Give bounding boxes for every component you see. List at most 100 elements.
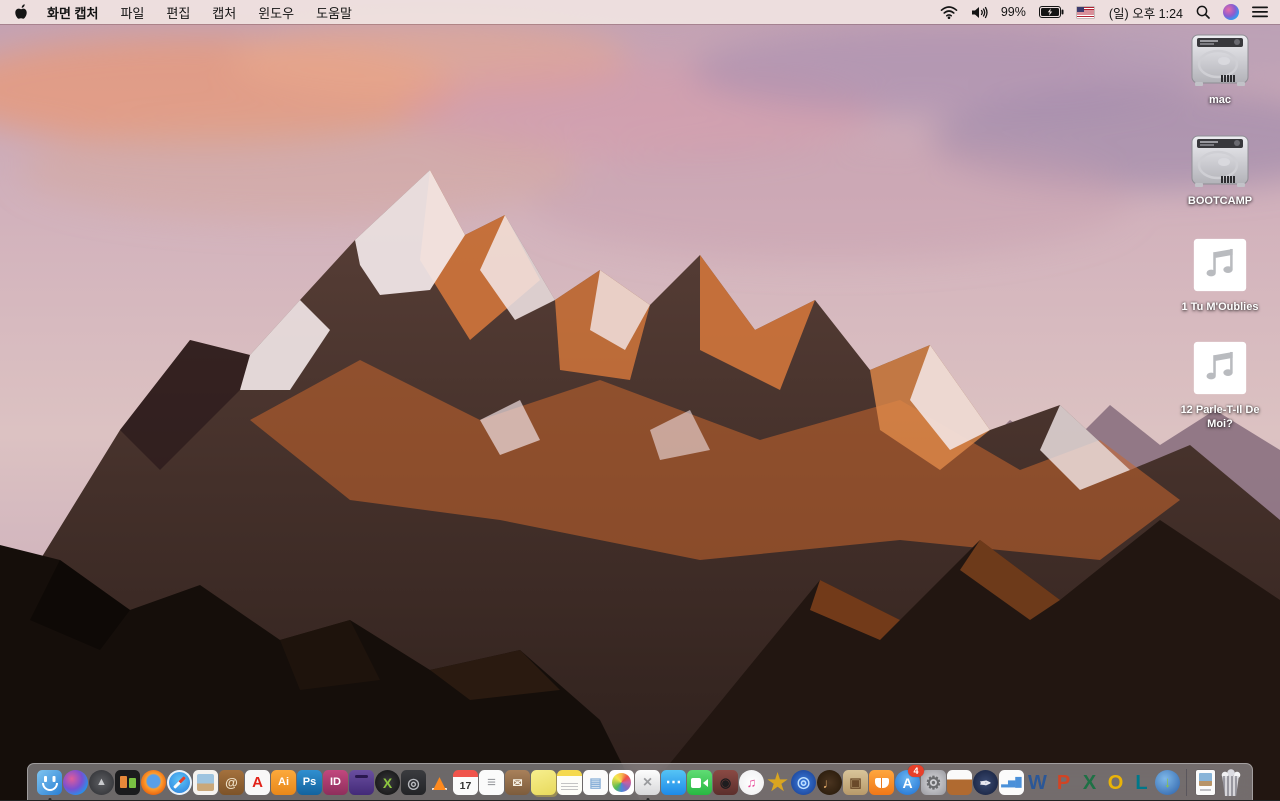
green-x-icon: X — [375, 770, 400, 795]
dock-app-toast[interactable] — [349, 768, 374, 797]
desktop-icon-12-parle-t-il-de-moi[interactable]: 12 Parle-T-Il De Moi? — [1172, 336, 1268, 432]
dock-app-vlc[interactable]: ▲ — [427, 768, 452, 797]
dock-app-lync[interactable]: L — [1129, 768, 1154, 797]
menu-item-3[interactable]: 캡처 — [212, 3, 236, 22]
app-store-glyph: A — [902, 774, 913, 791]
dock-app-messages[interactable]: ⋯ — [661, 768, 686, 797]
photoshop-glyph: Ps — [302, 776, 317, 788]
dock-app-web-downloader[interactable]: ↓ — [1155, 768, 1180, 797]
web-downloader-glyph: ↓ — [1163, 774, 1172, 791]
dock-app-illustrator[interactable]: Ai — [271, 768, 296, 797]
battery-charging-icon[interactable] — [1038, 6, 1064, 18]
dock-app-excel[interactable]: X — [1077, 768, 1102, 797]
dock-app-system-preferences[interactable]: ⚙ — [921, 768, 946, 797]
dock-apps: ▲ @ A Ai Ps ID X ◎ ▲ 17 ≡ ✉ ▤ × ⋯ ◉ ♫ ★ ◎ ♩ ▣ A 4 ⚙ ✒ ▂▅█ W P X O L ↓ — [37, 765, 1180, 801]
menu-item-2[interactable]: 편집 — [166, 3, 190, 22]
apple-menu[interactable] — [12, 3, 27, 21]
dock-app-star[interactable]: ★ — [765, 768, 790, 797]
dock-app-launchpad[interactable]: ▲ — [89, 768, 114, 797]
dock-app-document-seal[interactable]: ▤ — [583, 768, 608, 797]
dock-app-safari[interactable] — [167, 768, 192, 797]
dock-app-app-store[interactable]: A4 — [895, 765, 924, 797]
lync-glyph: L — [1135, 771, 1148, 794]
dock-app-scrapbook[interactable]: ▣ — [843, 768, 868, 797]
itunes-icon: ♫ — [739, 770, 764, 795]
dock-app-keynote[interactable] — [947, 768, 972, 797]
dock-app-stickies[interactable] — [531, 768, 556, 797]
generic-app-glyph: × — [642, 773, 653, 791]
dock-app-blue-disc[interactable]: ◎ — [791, 768, 816, 797]
reminders-icon: ≡ — [479, 770, 504, 795]
excel-icon: X — [1077, 770, 1102, 795]
desktop-icon-mac[interactable]: mac — [1172, 30, 1268, 107]
menu-item-4[interactable]: 윈도우 — [258, 3, 294, 22]
acrobat-reader-glyph: A — [252, 774, 263, 791]
dock-app-photoshop[interactable]: Ps — [297, 768, 322, 797]
dock-app-indesign[interactable]: ID — [323, 768, 348, 797]
dock-app-black-drive[interactable]: ◎ — [401, 768, 426, 797]
indesign-glyph: ID — [330, 776, 341, 788]
dock-app-reminders[interactable]: ≡ — [479, 768, 504, 797]
wallpaper-sierra-mountains — [0, 0, 1280, 800]
pages-09-icon: ✒ — [973, 770, 998, 795]
dock-app-notes[interactable] — [557, 768, 582, 797]
photo-booth-glyph: ◉ — [719, 775, 732, 790]
dock-app-pages-09[interactable]: ✒ — [973, 768, 998, 797]
dock-app-ibooks[interactable] — [869, 768, 894, 797]
contacts-book-icon: @ — [219, 770, 244, 795]
outlook-glyph: O — [1107, 771, 1124, 794]
apple-logo-icon — [15, 3, 27, 19]
numbers-09-glyph: ▂▅█ — [1001, 777, 1022, 787]
dock-app-preview[interactable] — [193, 768, 218, 797]
facetime-icon — [687, 770, 712, 795]
dock-app-itunes[interactable]: ♫ — [739, 768, 764, 797]
app-menus: 파일 편집 캡처 윈도우 도움말 — [120, 3, 352, 22]
menu-bar-clock[interactable]: (일) 오후 1:24 — [1109, 3, 1183, 22]
desktop-icon-label: BOOTCAMP — [1187, 195, 1253, 208]
dock-app-finder[interactable] — [37, 768, 62, 801]
desktop-icon-1-tu-m-oublies[interactable]: 1 Tu M'Oublies — [1172, 233, 1268, 314]
dock-app-generic-app[interactable]: × — [635, 768, 660, 801]
indesign-icon: ID — [323, 770, 348, 795]
volume-icon[interactable] — [971, 6, 988, 19]
active-app-name[interactable]: 화면 캡처 — [47, 3, 98, 22]
dock-app-garageband[interactable]: ♩ — [817, 768, 842, 797]
menu-item-1[interactable]: 파일 — [120, 3, 144, 22]
notes-icon — [557, 770, 582, 795]
dock-app-screens[interactable] — [115, 768, 140, 797]
dock-app-contacts-book[interactable]: @ — [219, 768, 244, 797]
excel-glyph: X — [1082, 771, 1097, 794]
dock-app-powerpoint[interactable]: P — [1051, 768, 1076, 797]
hard-drive-icon — [1188, 30, 1252, 90]
dock-app-calendar[interactable]: 17 — [453, 768, 478, 797]
dock-app-photos[interactable] — [609, 768, 634, 797]
dock-app-outlook[interactable]: O — [1103, 768, 1128, 797]
photo-booth-icon: ◉ — [713, 770, 738, 795]
dock-app-numbers-09[interactable]: ▂▅█ — [999, 768, 1024, 797]
menu-item-5[interactable]: 도움말 — [316, 3, 352, 22]
input-source-us-flag-icon[interactable] — [1076, 6, 1094, 18]
desktop-icon-bootcamp[interactable]: BOOTCAMP — [1172, 131, 1268, 208]
wifi-icon[interactable] — [940, 5, 958, 19]
dock-app-facetime[interactable] — [687, 768, 712, 797]
dock-app-word[interactable]: W — [1025, 768, 1050, 797]
dock-panel: ▲ @ A Ai Ps ID X ◎ ▲ 17 ≡ ✉ ▤ × ⋯ ◉ ♫ ★ ◎ ♩ ▣ A 4 ⚙ ✒ ▂▅█ W P X O L ↓ — [27, 763, 1253, 801]
notification-center-icon[interactable] — [1252, 6, 1268, 18]
contacts-book-glyph: @ — [225, 775, 238, 790]
dock-trash[interactable] — [1218, 768, 1243, 797]
dock-app-firefox[interactable] — [141, 768, 166, 797]
calendar-glyph: 17 — [459, 779, 472, 792]
spotlight-search-icon[interactable] — [1196, 5, 1210, 19]
notification-badge: 4 — [908, 765, 924, 777]
dock-app-siri[interactable] — [63, 768, 88, 797]
scrapbook-icon: ▣ — [843, 770, 868, 795]
menu-bar: 화면 캡처 파일 편집 캡처 윈도우 도움말 99% (일) 오후 1:24 — [0, 0, 1280, 24]
dock-app-photo-booth[interactable]: ◉ — [713, 768, 738, 797]
dock-app-archive-box[interactable]: ✉ — [505, 768, 530, 797]
siri-icon[interactable] — [1223, 4, 1239, 20]
dock-file-image-document[interactable] — [1193, 768, 1218, 797]
dock-app-acrobat-reader[interactable]: A — [245, 768, 270, 797]
dock-app-green-x[interactable]: X — [375, 768, 400, 797]
lync-icon: L — [1129, 770, 1154, 795]
calendar-icon: 17 — [453, 770, 478, 795]
